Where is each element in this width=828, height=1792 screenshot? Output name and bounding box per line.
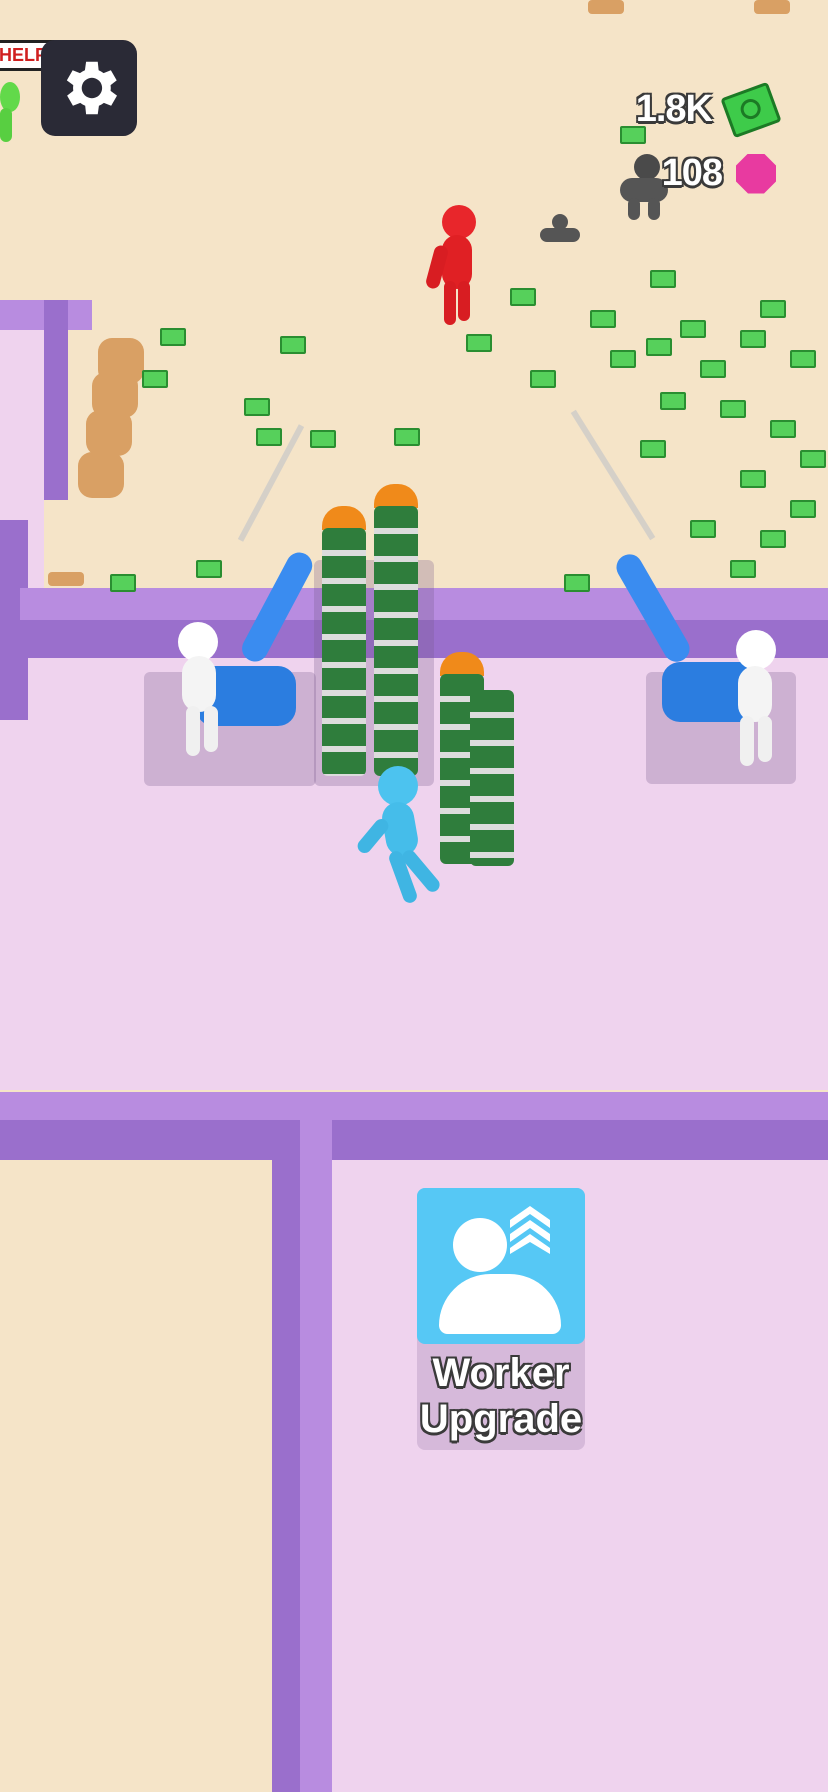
- cash-bill: [510, 288, 536, 306]
- settings-button[interactable]: [41, 40, 137, 136]
- cash-bill: [530, 370, 556, 388]
- cash-bill: [740, 330, 766, 348]
- cash-bill: [650, 270, 676, 288]
- cash-bill: [700, 360, 726, 378]
- upgrade-label-line1: Worker: [432, 1351, 570, 1395]
- gem-counter: 108: [662, 152, 776, 195]
- worker-left: [168, 616, 238, 756]
- enemy-dead: [540, 214, 580, 250]
- cash-bill: [160, 328, 186, 346]
- game-viewport[interactable]: HELP! 1.8K 108 Worker Upgrade: [0, 0, 828, 1792]
- captive-green[interactable]: [0, 78, 24, 148]
- cash-bill: [740, 470, 766, 488]
- sandbag: [48, 572, 84, 586]
- cash-bill: [790, 350, 816, 368]
- cash-bill: [646, 338, 672, 356]
- divider-wall: [0, 1092, 828, 1122]
- worker-upgrade-label: Worker Upgrade: [395, 1350, 607, 1442]
- cash-bill: [590, 310, 616, 328]
- chevron-up-icon: [510, 1206, 550, 1254]
- cash-counter: 1.8K: [635, 81, 782, 138]
- cash-bill: [394, 428, 420, 446]
- cash-bill: [280, 336, 306, 354]
- cash-bill: [256, 428, 282, 446]
- cash-bill: [770, 420, 796, 438]
- cash-bill: [244, 398, 270, 416]
- player-character[interactable]: [354, 766, 446, 906]
- cash-bill: [196, 560, 222, 578]
- cash-bill: [610, 350, 636, 368]
- cash-value: 1.8K: [635, 88, 713, 130]
- cash-bill: [660, 392, 686, 410]
- cash-bill: [564, 574, 590, 592]
- person-head-icon: [453, 1218, 507, 1272]
- crate: [588, 0, 624, 14]
- cash-icon: [720, 81, 782, 138]
- cash-bill: [640, 440, 666, 458]
- rocket-ammo-stack: [322, 528, 366, 776]
- person-body-icon: [439, 1274, 561, 1334]
- upgrade-label-line2: Upgrade: [419, 1397, 583, 1441]
- gem-icon: [736, 153, 776, 194]
- cash-bill: [760, 300, 786, 318]
- worker-right: [722, 626, 792, 766]
- crate: [754, 0, 790, 14]
- rocket-ammo-stack: [374, 506, 418, 776]
- cash-bill: [760, 530, 786, 548]
- cash-bill: [790, 500, 816, 518]
- gem-value: 108: [661, 152, 723, 194]
- sand-lower: [0, 1160, 290, 1792]
- cash-bill: [466, 334, 492, 352]
- cash-bill: [680, 320, 706, 338]
- enemy-red: [420, 205, 480, 325]
- cash-bill: [730, 560, 756, 578]
- room-wall-face: [272, 1120, 300, 1792]
- cash-bill: [720, 400, 746, 418]
- wall-segment: [44, 300, 68, 500]
- cash-bill: [110, 574, 136, 592]
- sandbag: [86, 410, 132, 456]
- room-wall: [298, 1120, 332, 1792]
- cash-bill: [690, 520, 716, 538]
- gear-icon: [66, 61, 118, 115]
- player-carried-stack: [470, 690, 514, 866]
- cash-bill: [142, 370, 168, 388]
- sandbag: [78, 452, 124, 498]
- cash-bill: [800, 450, 826, 468]
- cash-bill: [310, 430, 336, 448]
- worker-upgrade-icon[interactable]: [417, 1188, 585, 1344]
